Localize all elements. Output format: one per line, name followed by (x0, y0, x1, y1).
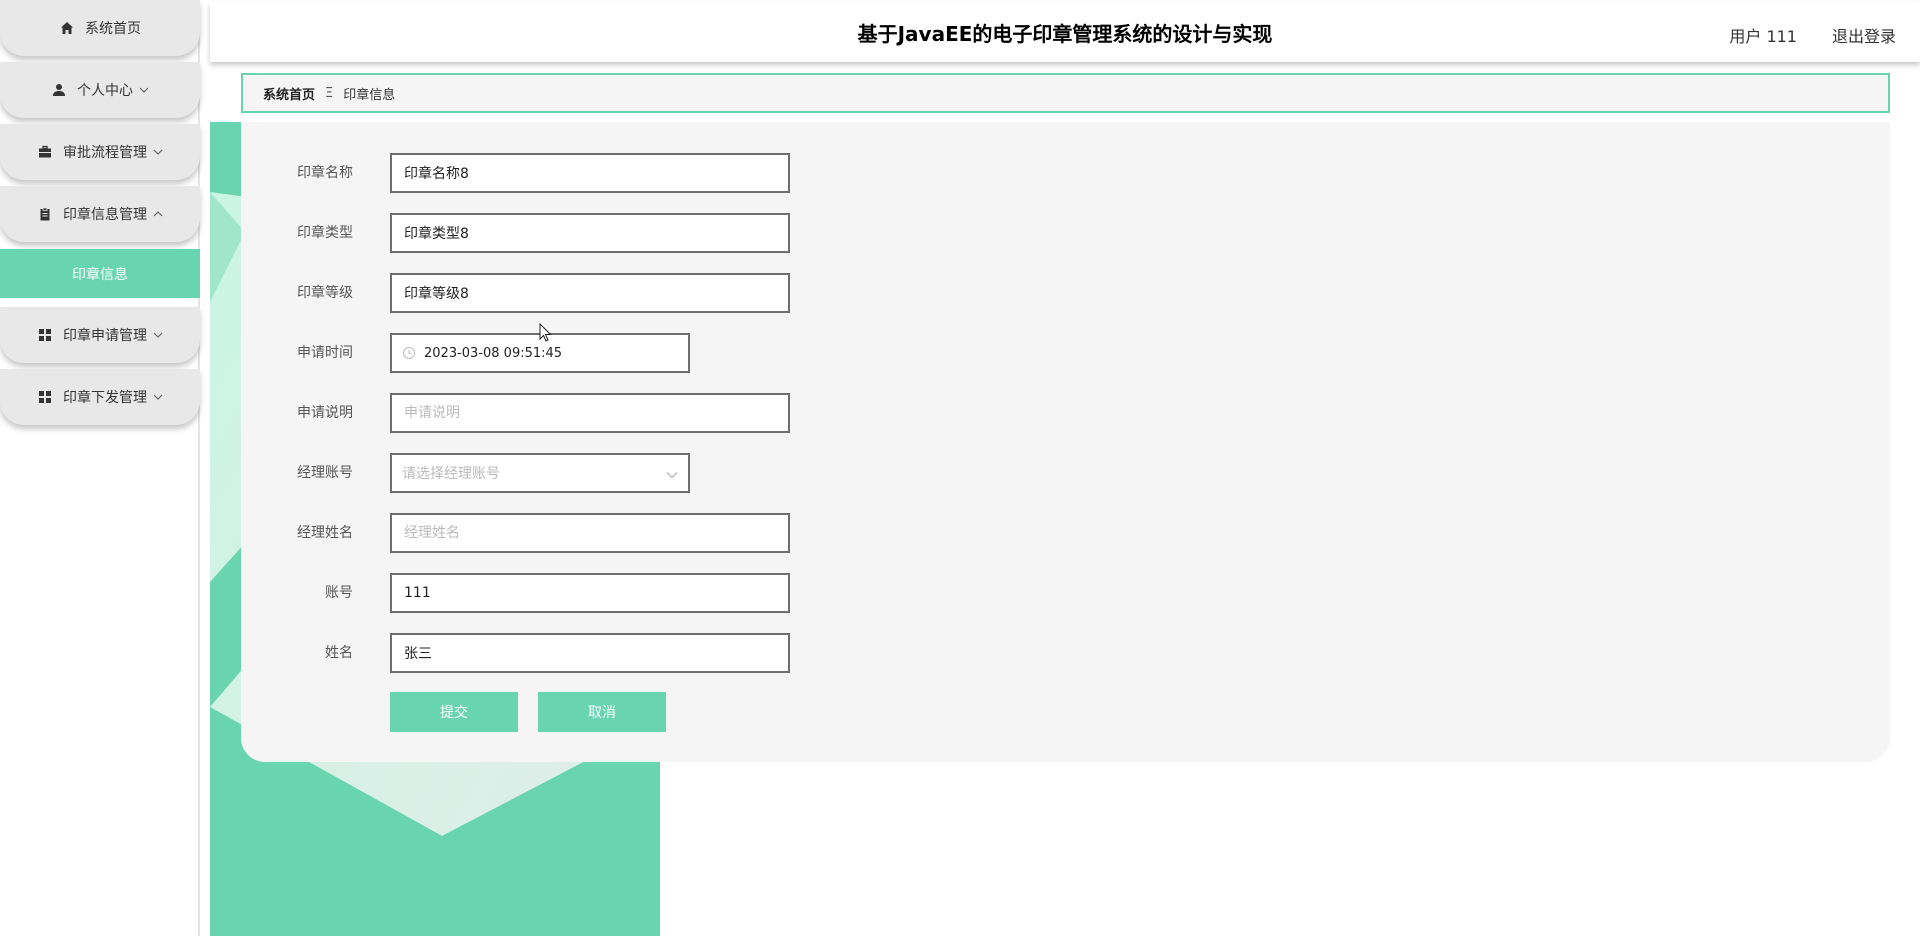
sidebar-item-label: 印章信息管理 (63, 207, 147, 223)
name-label: 姓名 (325, 645, 353, 661)
submit-button[interactable]: 提交 (390, 692, 518, 732)
apply-desc-label: 申请说明 (297, 405, 353, 421)
page-title: 基于JavaEE的电子印章管理系统的设计与实现 (857, 22, 1273, 46)
manager-name-label: 经理姓名 (297, 525, 353, 541)
user-icon (51, 82, 67, 98)
sidebar-item-label: 系统首页 (85, 21, 141, 37)
account-label: 账号 (325, 585, 353, 601)
form-panel: 印章名称 印章类型 印章等级 申请时间 2023-03-08 09:51:45 … (241, 122, 1890, 762)
briefcase-icon (37, 144, 53, 160)
form-row-seal-type: 印章类型 (241, 213, 1141, 253)
form-row-seal-level: 印章等级 (241, 273, 1141, 313)
sidebar: 系统首页 个人中心 审批流程管理 印章信息管理 印章信息 印章申请管理 印章下发… (0, 0, 200, 936)
sidebar-item-personal-center[interactable]: 个人中心 (0, 62, 200, 118)
form-row-name: 姓名 (241, 633, 1141, 673)
form-row-seal-name: 印章名称 (241, 153, 1141, 193)
apply-desc-input[interactable] (390, 393, 790, 433)
breadcrumb-current: 印章信息 (343, 87, 396, 103)
form-row-account: 账号 (241, 573, 1141, 613)
sidebar-subitem-seal-info[interactable]: 印章信息 (0, 249, 200, 298)
manager-name-input[interactable] (390, 513, 790, 553)
clipboard-icon (37, 206, 53, 222)
chevron-down-icon (139, 87, 149, 93)
breadcrumb-separator: Ξ (325, 85, 334, 101)
form-row-manager-account: 经理账号 请选择经理账号 (241, 453, 1141, 493)
manager-account-select[interactable]: 请选择经理账号 (390, 453, 690, 493)
account-input[interactable] (390, 573, 790, 613)
form-row-apply-desc: 申请说明 (241, 393, 1141, 433)
chevron-up-icon (153, 211, 163, 217)
cancel-button[interactable]: 取消 (538, 692, 666, 732)
sidebar-item-seal-info-management[interactable]: 印章信息管理 (0, 186, 200, 242)
top-header: 基于JavaEE的电子印章管理系统的设计与实现 用户 111 退出登录 (210, 2, 1920, 62)
seal-level-label: 印章等级 (297, 285, 353, 301)
logout-link[interactable]: 退出登录 (1832, 23, 1896, 47)
clock-icon (402, 346, 416, 360)
sidebar-item-approval-process[interactable]: 审批流程管理 (0, 124, 200, 180)
form-row-manager-name: 经理姓名 (241, 513, 1141, 553)
manager-account-label: 经理账号 (297, 465, 353, 481)
seal-type-input[interactable] (390, 213, 790, 253)
breadcrumb: 系统首页 Ξ 印章信息 (241, 73, 1890, 113)
name-input[interactable] (390, 633, 790, 673)
apply-time-value: 2023-03-08 09:51:45 (424, 345, 563, 361)
manager-account-placeholder: 请选择经理账号 (402, 466, 500, 482)
seal-name-label: 印章名称 (297, 165, 353, 181)
mouse-cursor-icon (539, 322, 553, 347)
sidebar-item-label: 个人中心 (77, 83, 133, 99)
sidebar-item-seal-issuance[interactable]: 印章下发管理 (0, 369, 200, 425)
seal-type-label: 印章类型 (297, 225, 353, 241)
breadcrumb-home[interactable]: 系统首页 (263, 84, 315, 103)
form-row-apply-time: 申请时间 2023-03-08 09:51:45 (241, 333, 1141, 373)
current-user: 用户 111 (1729, 27, 1797, 46)
seal-level-input[interactable] (390, 273, 790, 313)
grid-icon (37, 327, 53, 343)
home-icon (59, 20, 75, 36)
grid-icon (37, 389, 53, 405)
chevron-down-icon (153, 149, 163, 155)
sidebar-item-seal-application[interactable]: 印章申请管理 (0, 307, 200, 363)
sidebar-item-home[interactable]: 系统首页 (0, 0, 200, 56)
sidebar-item-label: 印章申请管理 (63, 328, 147, 344)
chevron-down-icon (153, 394, 163, 400)
apply-time-label: 申请时间 (297, 345, 353, 361)
seal-name-input[interactable] (390, 153, 790, 193)
chevron-down-icon (153, 332, 163, 338)
chevron-down-icon (666, 467, 678, 483)
sidebar-item-label: 印章下发管理 (63, 390, 147, 406)
sidebar-item-label: 审批流程管理 (63, 145, 147, 161)
